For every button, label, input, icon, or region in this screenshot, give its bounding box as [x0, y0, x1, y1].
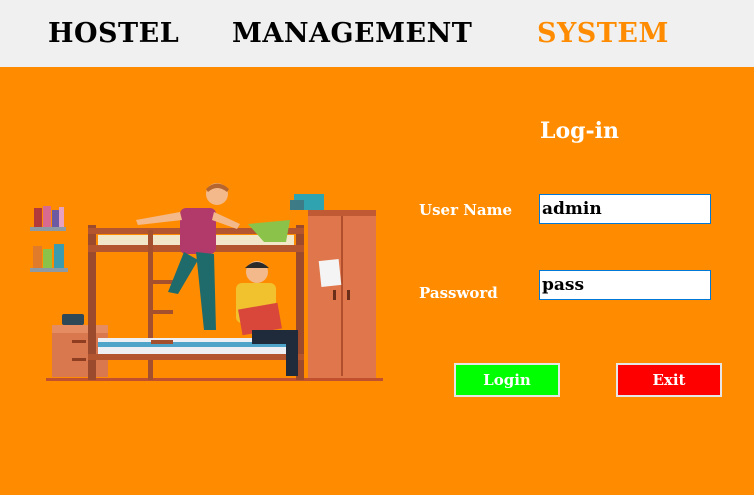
book: [34, 208, 42, 227]
book: [33, 246, 42, 268]
shelf-bottom: [30, 268, 68, 272]
title-bar: HOSTEL MANAGEMENT SYSTEM: [0, 0, 754, 67]
alarm-clock: [62, 314, 84, 325]
book: [43, 249, 52, 268]
book: [54, 244, 64, 268]
title-system: SYSTEM: [537, 18, 669, 49]
shelf-top: [30, 227, 66, 231]
exit-button[interactable]: Exit: [616, 363, 722, 397]
book: [59, 207, 64, 227]
title-hostel: HOSTEL: [48, 18, 180, 49]
hostel-students-illustration: [30, 183, 383, 381]
username-label: User Name: [419, 201, 513, 219]
password-field[interactable]: [539, 270, 711, 300]
title-management: MANAGEMENT: [232, 18, 473, 49]
login-button[interactable]: Login: [454, 363, 560, 397]
note-paper: [318, 259, 342, 287]
book: [52, 210, 59, 227]
login-title: Log-in: [540, 118, 620, 144]
floor-line: [46, 378, 383, 381]
password-label: Password: [419, 284, 498, 302]
book: [43, 206, 51, 227]
username-field[interactable]: [539, 194, 711, 224]
person-shirt: [180, 208, 216, 254]
